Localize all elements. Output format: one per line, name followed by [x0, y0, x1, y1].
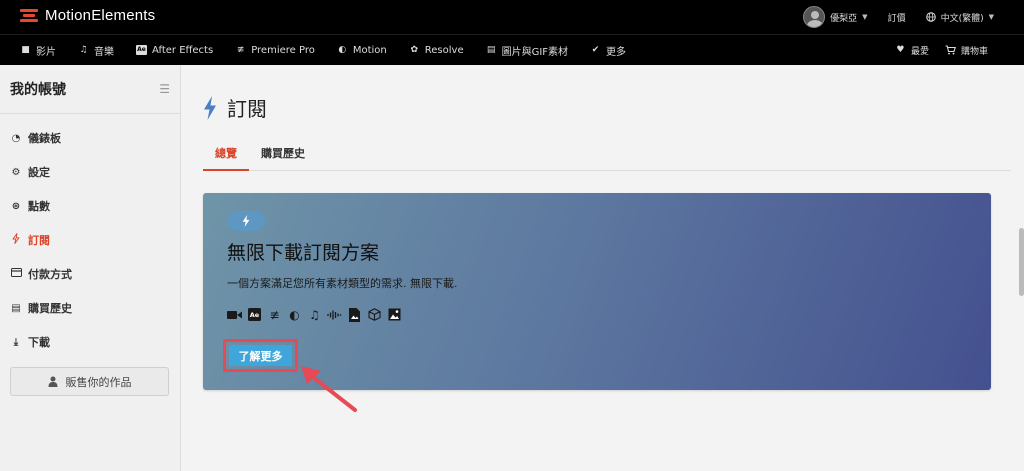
sidebar-title: 我的帳號: [10, 82, 66, 98]
resolve-icon: ✿: [410, 45, 419, 55]
nav-item-resolve[interactable]: ✿ Resolve: [409, 45, 463, 56]
nav-item-more[interactable]: ✔ 更多: [590, 43, 626, 58]
sidebar-item-dashboard[interactable]: ◔ 儀錶板: [10, 121, 72, 155]
user-icon: [48, 376, 57, 387]
tab-bar: 總覽 購買歷史: [203, 143, 1011, 171]
photo-icon: [387, 307, 402, 322]
bolt-icon: [204, 95, 216, 120]
sell-your-work-button[interactable]: 販售你的作品: [10, 367, 169, 396]
video-icon: ■: [21, 45, 30, 55]
user-name: 優梨亞: [830, 13, 858, 24]
after-effects-icon: Ae: [136, 45, 147, 55]
subscription-promo-card: 無限下載訂閱方案 一個方案滿足您所有素材類型的需求. 無限下載. Ae ≢ ◐ …: [203, 193, 991, 390]
tab-overview[interactable]: 總覽: [203, 143, 249, 171]
music-icon: ♫: [309, 307, 320, 322]
waveform-icon: [327, 307, 342, 322]
motion-icon: ◐: [289, 307, 300, 322]
sidebar-item-payment[interactable]: 付款方式: [10, 257, 72, 291]
bolt-icon: [10, 233, 22, 247]
account-sidebar: 我的帳號 ☰ ◔ 儀錶板 ⚙ 設定 ⊛ 點數 訂閱 付款方式 ▤ 購買歷史 ⤓ …: [0, 65, 181, 471]
logo-icon: [20, 8, 38, 23]
after-effects-icon: Ae: [247, 307, 262, 322]
scrollbar[interactable]: [1019, 228, 1024, 296]
globe-icon: [925, 12, 936, 22]
points-icon: ⊛: [11, 200, 21, 212]
nav-item-premiere[interactable]: ≢ Premiere Pro: [235, 45, 315, 56]
pricing-link[interactable]: 訂價: [888, 11, 906, 24]
language-selector[interactable]: 中文(繁體) ▼: [925, 11, 994, 24]
sidebar-item-points[interactable]: ⊛ 點數: [10, 189, 72, 223]
menu-icon[interactable]: ☰: [159, 82, 170, 96]
image-file-icon: ▤: [486, 45, 496, 55]
cart-link[interactable]: 購物車: [945, 44, 988, 57]
download-icon: ⤓: [13, 336, 19, 348]
nav-item-video[interactable]: ■ 影片: [20, 43, 56, 58]
tab-purchase-history[interactable]: 購買歷史: [249, 143, 317, 171]
divider: [0, 113, 180, 114]
premiere-icon: ≢: [236, 45, 245, 55]
more-icon: ✔: [591, 45, 600, 55]
favorites-link[interactable]: ♥ 最愛: [895, 44, 929, 57]
user-menu[interactable]: 優梨亞 ▼: [803, 6, 868, 28]
music-icon: ♫: [79, 45, 88, 55]
receipt-icon: ▤: [11, 302, 21, 314]
bolt-badge: [227, 211, 265, 231]
nav-item-after-effects[interactable]: Ae After Effects: [136, 45, 213, 56]
motion-icon: ◐: [338, 45, 347, 55]
dashboard-icon: ◔: [11, 132, 21, 144]
credit-card-icon: [10, 268, 22, 280]
page-title: 訂閱: [227, 97, 267, 121]
pricing-label: 訂價: [887, 13, 906, 24]
highlight-box: 了解更多: [223, 339, 298, 372]
video-icon: [227, 307, 242, 322]
top-bar: MotionElements 優梨亞 ▼ 訂價 中文(繁體) ▼: [0, 0, 1024, 34]
sidebar-item-settings[interactable]: ⚙ 設定: [10, 155, 72, 189]
sidebar-item-downloads[interactable]: ⤓ 下載: [10, 325, 72, 359]
promo-description: 一個方案滿足您所有素材類型的需求. 無限下載.: [227, 277, 458, 290]
bolt-icon: [242, 215, 250, 227]
category-nav: ■ 影片 ♫ 音樂 Ae After Effects ≢ Premiere Pro ◐ M…: [0, 34, 1024, 65]
learn-more-button[interactable]: 了解更多: [229, 345, 292, 366]
heart-icon: ♥: [896, 45, 905, 55]
image-file-icon: [347, 307, 362, 322]
asset-type-icons: Ae ≢ ◐ ♫: [227, 307, 402, 322]
promo-title: 無限下載訂閱方案: [227, 242, 380, 264]
sidebar-item-purchase-history[interactable]: ▤ 購買歷史: [10, 291, 72, 325]
chevron-down-icon: ▼: [988, 13, 994, 21]
logo[interactable]: MotionElements: [20, 7, 155, 24]
language-label: 中文(繁體): [940, 13, 984, 24]
nav-item-music[interactable]: ♫ 音樂: [78, 43, 114, 58]
annotation-arrow-icon: [301, 366, 357, 412]
nav-item-motion[interactable]: ◐ Motion: [337, 45, 386, 56]
sidebar-item-subscription[interactable]: 訂閱: [10, 223, 72, 257]
svg-text:Ae: Ae: [250, 311, 260, 319]
logo-text: MotionElements: [45, 7, 156, 24]
3d-cube-icon: [367, 307, 382, 322]
cart-icon: [945, 45, 956, 55]
gear-icon: ⚙: [11, 166, 21, 178]
nav-item-images[interactable]: ▤ 圖片與GIF素材: [486, 43, 568, 58]
avatar: [803, 6, 826, 28]
chevron-down-icon: ▼: [862, 13, 868, 21]
premiere-icon: ≢: [269, 307, 280, 322]
